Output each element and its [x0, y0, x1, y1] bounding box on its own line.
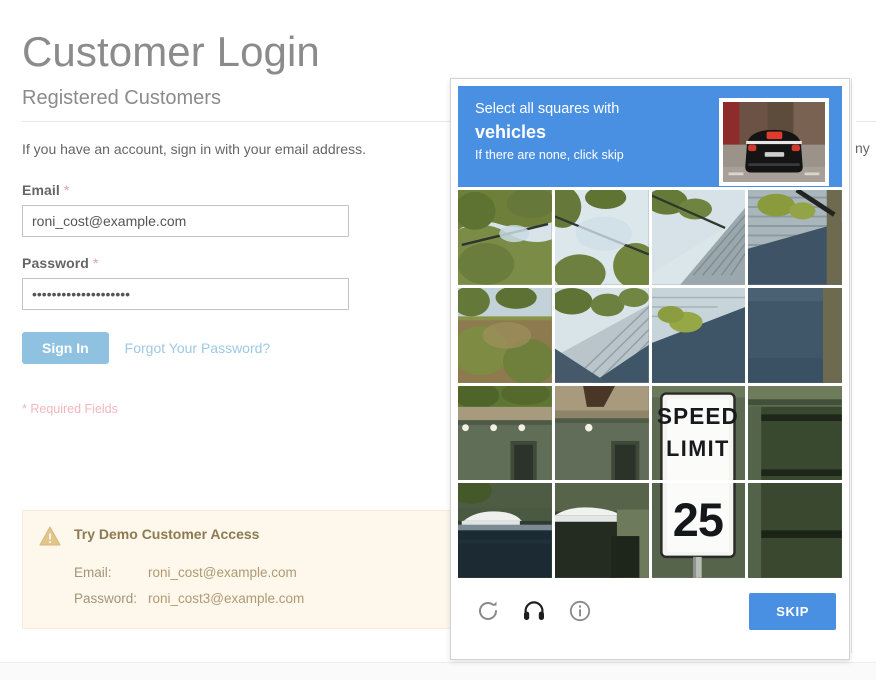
page-title: Customer Login	[22, 28, 320, 76]
recaptcha-tile-r4c3[interactable]: 25	[651, 483, 746, 578]
recaptcha-footer: SKIP	[458, 578, 842, 644]
recaptcha-tile-r1c2[interactable]	[554, 190, 649, 285]
email-required-marker: *	[63, 181, 70, 198]
email-input[interactable]	[22, 204, 349, 237]
right-column-divider	[856, 121, 876, 122]
demo-email-key: Email:	[74, 565, 112, 580]
password-required-marker: *	[92, 254, 99, 271]
password-input[interactable]	[22, 277, 349, 310]
recaptcha-challenge-dialog: Select all squares with vehicles If ther…	[450, 78, 850, 660]
recaptcha-tile-r3c3[interactable]: SPEED LIMIT	[651, 385, 746, 481]
demo-password-value: roni_cost3@example.com	[148, 591, 305, 606]
sign-line2: LIMIT	[666, 436, 730, 461]
warning-triangle-icon	[39, 526, 61, 551]
recaptcha-tile-r2c4[interactable]	[748, 287, 842, 383]
right-column-clipped-text: ny	[855, 140, 870, 156]
demo-email-value: roni_cost@example.com	[148, 565, 297, 580]
recaptcha-tile-r3c4[interactable]	[748, 385, 842, 481]
recaptcha-tile-r4c2[interactable]	[554, 483, 649, 578]
sign-line1: SPEED	[657, 403, 739, 428]
recaptcha-tile-r1c1[interactable]	[458, 190, 552, 285]
sign-in-button[interactable]: Sign In	[22, 331, 109, 364]
login-page: Customer Login Registered Customers If y…	[0, 0, 876, 680]
skip-button[interactable]: SKIP	[749, 592, 836, 630]
recaptcha-instruction-line1: Select all squares with	[475, 101, 620, 117]
reload-icon[interactable]	[476, 599, 500, 623]
column-divider	[851, 78, 852, 653]
email-label-text: Email	[22, 181, 60, 198]
info-icon[interactable]	[568, 599, 592, 623]
recaptcha-tile-r2c3[interactable]	[651, 287, 746, 383]
recaptcha-instructions: Select all squares with vehicles If ther…	[475, 99, 624, 165]
headphones-icon[interactable]	[522, 599, 546, 623]
recaptcha-tile-r4c4[interactable]	[748, 483, 842, 578]
demo-password-key: Password:	[74, 591, 138, 606]
recaptcha-tile-r1c4[interactable]	[748, 190, 842, 285]
forgot-password-link[interactable]: Forgot Your Password?	[125, 340, 271, 356]
sign-line3: 25	[672, 493, 722, 546]
recaptcha-tile-r4c1[interactable]	[458, 483, 552, 578]
demo-access-title: Try Demo Customer Access	[74, 526, 260, 542]
recaptcha-tile-r2c2[interactable]	[554, 287, 649, 383]
recaptcha-footer-icons	[476, 599, 592, 623]
recaptcha-instruction-line3: If there are none, click skip	[475, 148, 624, 162]
recaptcha-example-thumbnail	[719, 98, 829, 186]
password-label-text: Password	[22, 254, 89, 271]
recaptcha-tile-r3c2[interactable]	[554, 385, 649, 481]
recaptcha-tile-r1c3[interactable]	[651, 190, 746, 285]
recaptcha-image-grid: SPEED LIMIT 25	[458, 190, 842, 578]
recaptcha-target-object: vehicles	[475, 122, 547, 142]
recaptcha-header: Select all squares with vehicles If ther…	[458, 86, 842, 187]
recaptcha-tile-r3c1[interactable]	[458, 385, 552, 481]
recaptcha-tile-r2c1[interactable]	[458, 287, 552, 383]
page-footer-band	[0, 662, 876, 680]
